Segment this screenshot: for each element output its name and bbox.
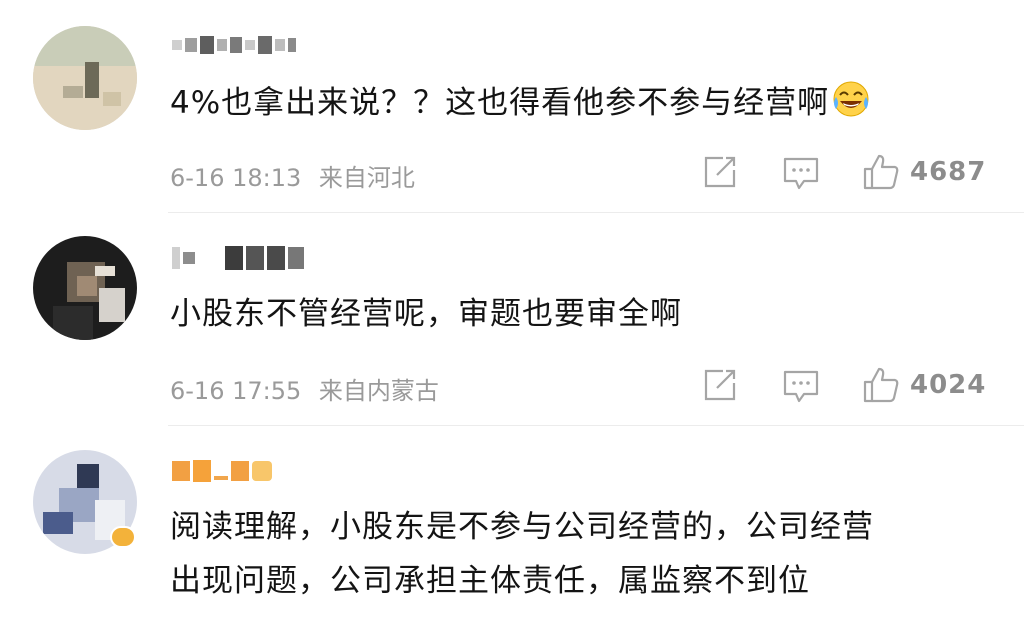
- comment-meta: 6-16 17:55 来自内蒙古: [170, 371, 449, 406]
- username[interactable]: [172, 454, 272, 488]
- comment-button[interactable]: [782, 369, 820, 405]
- like-button[interactable]: 4687: [862, 153, 986, 191]
- comment-item: 阅读理解，小股东是不参与公司经营的，公司经营 出现问题，公司承担主体责任，属监察…: [0, 426, 1024, 619]
- avatar[interactable]: [33, 26, 137, 130]
- avatar[interactable]: [33, 236, 137, 340]
- comment-text: 4%也拿出来说？？这也得看他参不参与经营啊: [170, 78, 871, 128]
- share-icon: [704, 156, 736, 188]
- thumbs-up-icon: [863, 367, 899, 403]
- comment-icon: [783, 157, 819, 190]
- username[interactable]: [172, 241, 304, 275]
- comment-item: 4%也拿出来说？？这也得看他参不参与经营啊 6-16 18:13 来自河北 46…: [0, 0, 1024, 212]
- comment-text: 小股东不管经营呢，审题也要审全啊: [170, 296, 682, 332]
- thumbs-up-icon: [863, 154, 899, 190]
- location: 来自河北: [318, 164, 415, 192]
- like-button[interactable]: 4024: [862, 366, 986, 404]
- share-button[interactable]: [703, 368, 739, 402]
- comment-icon: [783, 370, 819, 403]
- timestamp: 6-16 17:55: [170, 377, 302, 405]
- location: 来自内蒙古: [318, 377, 439, 405]
- timestamp: 6-16 18:13: [170, 164, 302, 192]
- comment-meta: 6-16 18:13 来自河北: [170, 158, 425, 193]
- like-count: 4024: [910, 370, 987, 400]
- share-button[interactable]: [703, 155, 739, 189]
- comment-item: 小股东不管经营呢，审题也要审全啊 6-16 17:55 来自内蒙古 4024: [0, 213, 1024, 425]
- comment-button[interactable]: [782, 156, 820, 192]
- verified-badge: [110, 526, 136, 548]
- username[interactable]: [172, 28, 296, 62]
- comment-text: 阅读理解，小股东是不参与公司经营的，公司经营 出现问题，公司承担主体责任，属监察…: [170, 509, 874, 599]
- like-count: 4687: [910, 157, 987, 187]
- laugh-cry-emoji: [833, 81, 869, 117]
- share-icon: [704, 369, 736, 401]
